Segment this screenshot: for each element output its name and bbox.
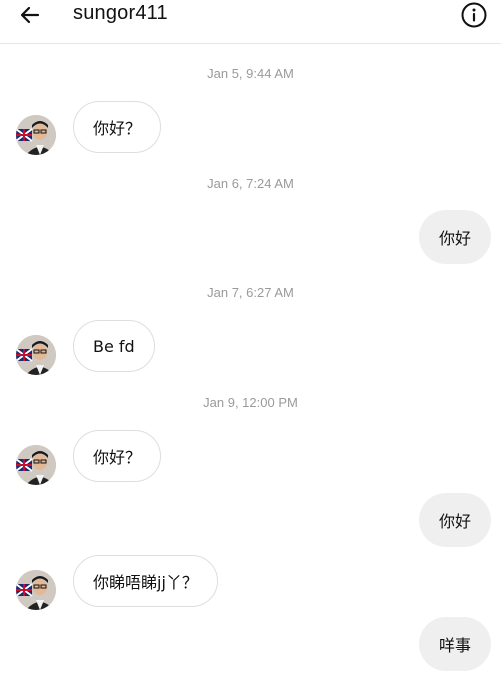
back-button[interactable] (12, 0, 48, 30)
chat-header: sungor411 (0, 0, 501, 44)
avatar[interactable] (16, 335, 56, 375)
avatar[interactable] (16, 570, 56, 610)
incoming-message-bubble[interactable]: 你好？ (73, 430, 162, 482)
arrow-left-icon (20, 6, 40, 24)
avatar[interactable] (16, 445, 56, 485)
message-row-outgoing: 你好 (0, 493, 501, 549)
message-timestamp: Jan 7, 6:27 AM (207, 285, 294, 300)
chat-username[interactable]: sungor411 (73, 2, 168, 25)
message-row-outgoing: 咩事 (0, 617, 501, 673)
message-row-incoming: 你好？ (0, 430, 501, 486)
message-row-incoming: 你好？ (0, 101, 501, 157)
incoming-message-bubble[interactable]: 你好？ (73, 101, 162, 153)
incoming-message-bubble[interactable]: Be fd (73, 320, 155, 372)
info-button[interactable] (461, 2, 487, 28)
message-row-incoming: Be fd (0, 320, 501, 376)
message-list[interactable]: Jan 5, 9:44 AM 你好？ Jan 6, 7:24 AM 你好 Jan… (0, 44, 501, 676)
message-timestamp: Jan 9, 12:00 PM (203, 395, 298, 410)
outgoing-message-bubble[interactable]: 你好 (418, 493, 491, 547)
message-timestamp: Jan 6, 7:24 AM (207, 176, 294, 191)
message-timestamp: Jan 5, 9:44 AM (207, 66, 294, 81)
message-row-outgoing: 你好 (0, 210, 501, 266)
incoming-message-bubble[interactable]: 你睇唔睇jj丫？ (73, 555, 218, 607)
message-row-incoming: 你睇唔睇jj丫？ (0, 555, 501, 611)
outgoing-message-bubble[interactable]: 你好 (418, 210, 491, 264)
info-circle-icon (461, 2, 487, 28)
chat-screen: sungor411 Jan 5, 9:44 AM 你好？ Jan 6, 7:24… (0, 0, 501, 676)
avatar[interactable] (16, 115, 56, 155)
outgoing-message-bubble[interactable]: 咩事 (418, 617, 491, 671)
